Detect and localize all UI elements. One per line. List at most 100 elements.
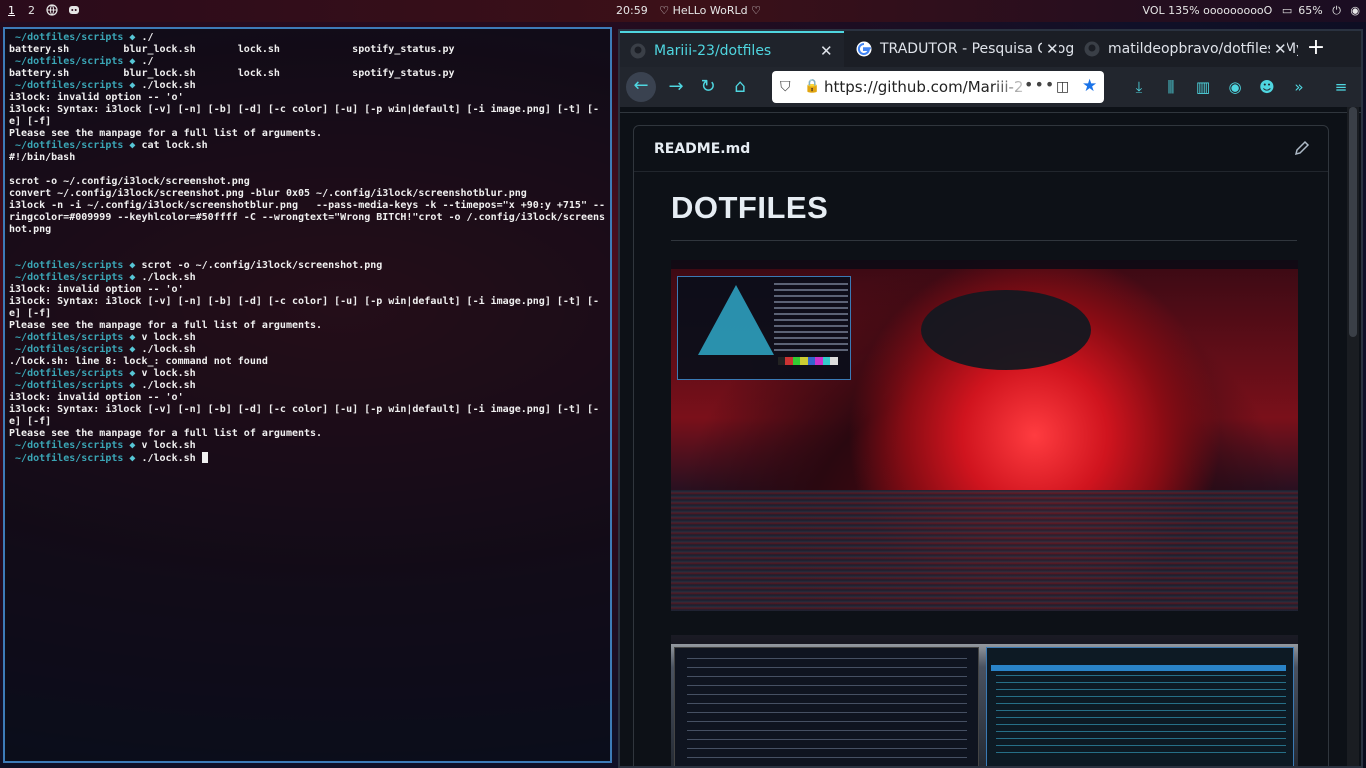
battery-icon: ▭ <box>1281 4 1293 17</box>
prompt-command: cat lock.sh <box>135 140 208 151</box>
readme-header: README.md <box>634 126 1328 172</box>
close-tab-icon[interactable]: ✕ <box>1042 31 1059 67</box>
heart-icon: ♡ <box>659 4 670 17</box>
screenshot-image-2[interactable] <box>671 635 1298 766</box>
reload-button[interactable]: ↻ <box>694 73 722 101</box>
terminal-output-line <box>9 236 606 248</box>
terminal-prompt-line: ~/dotfiles/scripts ◆ ./lock.sh <box>9 272 606 284</box>
diamond-icon: ◆ <box>123 272 136 283</box>
prompt-path: ~/dotfiles/scripts <box>9 140 124 151</box>
extension-icon[interactable]: ☻ <box>1254 73 1280 101</box>
bar-title: HeLLo WoRLd <box>672 4 748 17</box>
page-scrollbar[interactable] <box>1347 107 1359 766</box>
volume-indicator[interactable]: VOL 135% oooooooooO <box>1143 4 1273 17</box>
image-color-palette <box>778 357 838 365</box>
terminal-cursor <box>201 452 208 463</box>
diamond-icon: ◆ <box>123 344 136 355</box>
terminal-prompt-line: ~/dotfiles/scripts ◆ v lock.sh <box>9 332 606 344</box>
scroll-thumb[interactable] <box>1349 107 1357 337</box>
terminal-prompt-line: ~/dotfiles/scripts ◆ ./ <box>9 56 606 68</box>
tab-dotfiles[interactable]: Mariii-23/dotfiles ✕ <box>620 31 844 67</box>
image-statusbar <box>671 260 1298 269</box>
diamond-icon: ◆ <box>123 453 136 464</box>
google-icon <box>856 41 872 57</box>
prompt-command: ./lock.sh <box>135 272 196 283</box>
readme-container: README.md DOTFILES <box>633 125 1329 766</box>
overflow-chevron-icon[interactable]: » <box>1286 73 1312 101</box>
prompt-command: ./ <box>135 32 154 43</box>
image-selection <box>991 665 1286 671</box>
page-top-strip <box>620 107 1361 113</box>
navigation-toolbar: ← → ↻ ⌂ ⛉ 🔒 https://github.com/Mariii-23… <box>620 67 1361 107</box>
terminal-output-line: i3lock: invalid option -- 'o' <box>9 92 184 103</box>
forward-button[interactable]: → <box>662 73 690 101</box>
terminal-output-line <box>9 164 606 176</box>
prompt-command: ./lock.sh <box>135 380 196 391</box>
prompt-path: ~/dotfiles/scripts <box>9 453 124 464</box>
diamond-icon: ◆ <box>123 368 136 379</box>
terminal-output-line: Please see the manpage for a full list o… <box>9 428 323 439</box>
sidebar-icon[interactable]: ▥ <box>1190 73 1216 101</box>
prompt-command: v lock.sh <box>135 440 196 451</box>
close-tab-icon[interactable]: ✕ <box>1270 31 1287 67</box>
url-bar[interactable]: ⛉ 🔒 https://github.com/Mariii-23/dotfile… <box>772 71 1104 103</box>
workspace-2[interactable]: 2 <box>28 3 35 19</box>
library-icon[interactable]: ⫼ <box>1158 73 1184 101</box>
terminal-prompt-line: ~/dotfiles/scripts ◆ ./lock.sh <box>9 80 606 92</box>
screenshot-image-1[interactable] <box>671 260 1298 611</box>
pencil-icon[interactable] <box>1292 138 1312 158</box>
terminal-window[interactable]: ~/dotfiles/scripts ◆ ./battery.sh blur_l… <box>3 27 612 763</box>
discord-icon[interactable] <box>68 4 80 16</box>
divider <box>671 240 1297 241</box>
power-icon[interactable]: ⏻ <box>1332 4 1341 17</box>
prompt-path: ~/dotfiles/scripts <box>9 368 124 379</box>
prompt-path: ~/dotfiles/scripts <box>9 80 124 91</box>
diamond-icon: ◆ <box>123 440 136 451</box>
workspace-1[interactable]: 1 <box>8 3 15 19</box>
terminal-prompt-line: ~/dotfiles/scripts ◆ ./ <box>9 32 606 44</box>
tab-bar: Mariii-23/dotfiles ✕ TRADUTOR - Pesquisa… <box>620 31 1361 67</box>
terminal-output-line: i3lock: Syntax: i3lock [-v] [-n] [-b] [-… <box>9 104 600 127</box>
image-sea <box>671 490 1298 611</box>
diamond-icon: ◆ <box>123 56 136 67</box>
terminal-output-line <box>9 248 606 260</box>
terminal-output-line: i3lock: invalid option -- 'o' <box>9 392 184 403</box>
terminal-output-line: i3lock: Syntax: i3lock [-v] [-n] [-b] [-… <box>9 404 600 427</box>
terminal-output-line: ./lock.sh: line 8: lock_: command not fo… <box>9 356 268 367</box>
discord-tray-icon[interactable]: ◉ <box>1350 4 1360 17</box>
prompt-command: ./lock.sh <box>135 344 196 355</box>
readme-filename[interactable]: README.md <box>654 141 750 157</box>
back-button[interactable]: ← <box>626 72 656 102</box>
new-tab-button[interactable]: + <box>1302 35 1330 63</box>
menu-icon[interactable]: ≡ <box>1328 73 1354 101</box>
account-icon[interactable]: ◉ <box>1222 73 1248 101</box>
terminal-output-line: #!/bin/bash <box>9 152 76 163</box>
terminal-prompt-line: ~/dotfiles/scripts ◆ ./lock.sh <box>9 344 606 356</box>
prompt-path: ~/dotfiles/scripts <box>9 56 124 67</box>
prompt-path: ~/dotfiles/scripts <box>9 440 124 451</box>
home-button[interactable]: ⌂ <box>726 73 754 101</box>
prompt-command: scrot -o ~/.config/i3lock/screenshot.png <box>135 260 383 271</box>
terminal-output-line: i3lock: invalid option -- 'o' <box>9 284 184 295</box>
lock-icon[interactable]: 🔒 <box>804 71 820 103</box>
terminal-output-line: i3lock -n -i ~/.config/i3lock/screenshot… <box>9 200 606 235</box>
page-actions-icon[interactable]: ••• <box>1024 71 1055 101</box>
bookmark-star-icon[interactable]: ★ <box>1082 71 1097 102</box>
tab-tradutor[interactable]: TRADUTOR - Pesquisa Google ✕ <box>846 31 1074 67</box>
globe-icon[interactable] <box>46 4 58 16</box>
battery-percent: 65% <box>1298 4 1323 17</box>
image-cloud <box>921 290 1091 370</box>
downloads-icon[interactable]: ⤓ <box>1126 73 1152 101</box>
pocket-icon[interactable]: ◫ <box>1056 71 1069 103</box>
image-file-list <box>996 675 1286 755</box>
close-tab-icon[interactable]: ✕ <box>820 33 833 67</box>
image-statusbar <box>671 635 1298 644</box>
heart-icon: ♡ <box>751 4 761 17</box>
prompt-command: ./ <box>135 56 154 67</box>
terminal-output: ~/dotfiles/scripts ◆ ./battery.sh blur_l… <box>5 29 610 468</box>
diamond-icon: ◆ <box>123 380 136 391</box>
shield-icon[interactable]: ⛉ <box>780 71 791 103</box>
github-icon <box>630 43 646 59</box>
terminal-output-line: convert ~/.config/i3lock/screenshot.png … <box>9 188 527 199</box>
tab-matilde-dotfiles[interactable]: matildeopbravo/dotfiles: My ✕ <box>1074 31 1298 67</box>
